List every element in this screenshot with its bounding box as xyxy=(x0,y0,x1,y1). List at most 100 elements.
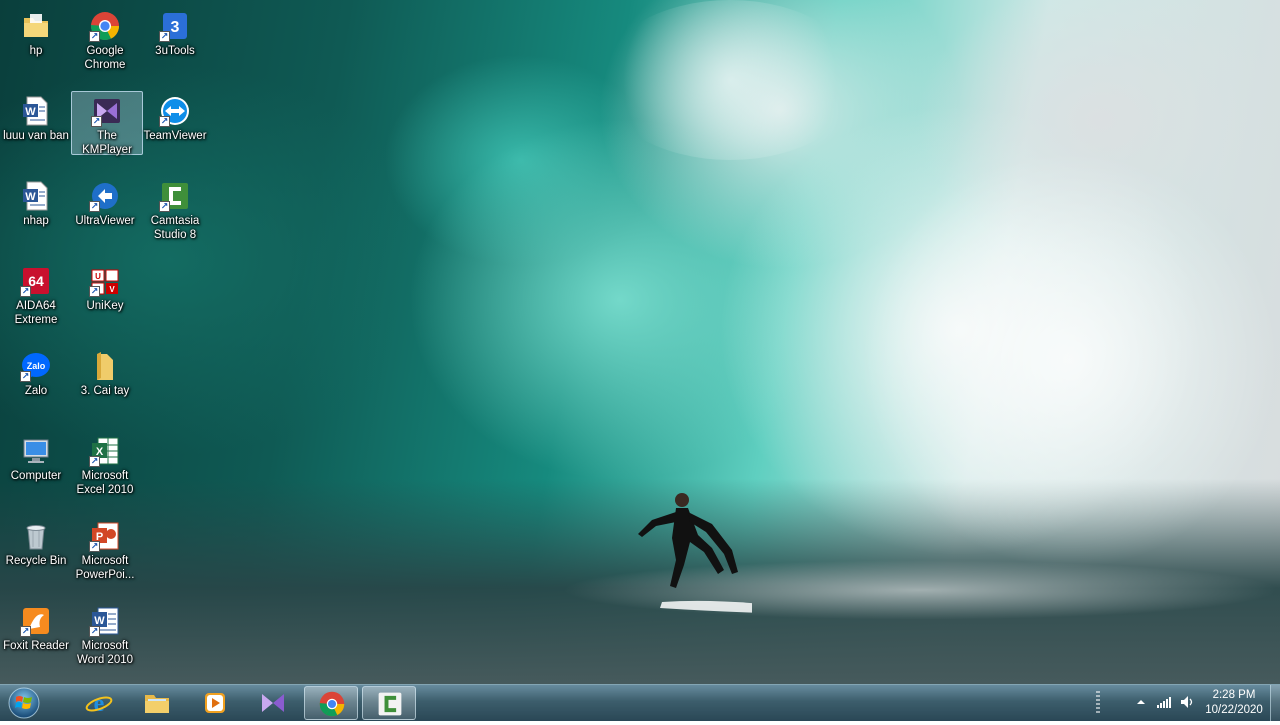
word-doc-icon: W xyxy=(20,180,52,212)
start-button[interactable] xyxy=(6,686,42,720)
taskbar-media-player[interactable] xyxy=(188,686,242,720)
computer-icon xyxy=(20,435,52,467)
volume-tray-button[interactable] xyxy=(1180,693,1196,716)
show-desktop-button[interactable] xyxy=(1270,685,1280,721)
shortcut-arrow-icon: ↗ xyxy=(89,456,100,467)
taskbar-kmplayer[interactable] xyxy=(246,686,300,720)
desktop-icon-label: 3uTools xyxy=(155,45,195,57)
volume-icon xyxy=(1181,696,1193,708)
network-signal-icon xyxy=(1157,697,1171,708)
shortcut-arrow-icon: ↗ xyxy=(91,116,102,127)
taskbar-chrome[interactable] xyxy=(304,686,358,720)
desktop-icon-recycle-bin[interactable]: Recycle Bin xyxy=(0,514,72,594)
desktop-icon-label: Recycle Bin xyxy=(5,555,67,567)
desktop-icon-nhap[interactable]: W nhap xyxy=(0,174,72,254)
svg-text:V: V xyxy=(109,285,115,294)
taskbar-clock[interactable]: 2:28 PM 10/22/2020 xyxy=(1200,688,1268,718)
desktop-icon-label: UniKey xyxy=(86,300,124,312)
aida64-icon: 64 ↗ xyxy=(20,265,52,297)
desktop-icon-aida64[interactable]: 64 ↗ AIDA64 Extreme xyxy=(0,259,72,339)
kmplayer-icon xyxy=(262,694,284,712)
desktop-icon-google-chrome[interactable]: ↗ Google Chrome xyxy=(69,4,141,84)
taskbar-file-explorer[interactable] xyxy=(130,686,184,720)
word-doc-icon: W xyxy=(20,95,52,127)
excel-icon: X ↗ xyxy=(89,435,121,467)
clock-time: 2:28 PM xyxy=(1212,689,1256,701)
desktop-icon-label: Camtasia Studio 8 xyxy=(150,215,200,241)
desktop-wallpaper: hp W luuu van ban W nhap 64 ↗ AIDA64 Ext… xyxy=(0,0,1280,684)
desktop-icon-powerpoint[interactable]: P ↗ Microsoft PowerPoi... xyxy=(69,514,141,594)
foxit-icon: ↗ xyxy=(20,605,52,637)
shortcut-arrow-icon: ↗ xyxy=(89,626,100,637)
shortcut-arrow-icon: ↗ xyxy=(20,286,31,297)
desktop-icon-label: The KMPlayer xyxy=(82,130,132,156)
windows-start-icon xyxy=(8,687,40,719)
svg-text:U: U xyxy=(95,272,101,281)
shortcut-arrow-icon: ↗ xyxy=(159,116,170,127)
svg-text:W: W xyxy=(25,106,36,118)
desktop-icon-label: Microsoft PowerPoi... xyxy=(75,555,135,581)
unikey-icon: UV ↗ xyxy=(89,265,121,297)
taskbar-grip xyxy=(1096,691,1100,715)
clock-date: 10/22/2020 xyxy=(1205,704,1263,716)
desktop-icon-label: AIDA64 Extreme xyxy=(14,300,58,326)
wallpaper-surfer xyxy=(638,493,752,613)
desktop-icon-computer[interactable]: Computer xyxy=(0,429,72,509)
chrome-icon xyxy=(319,691,345,717)
desktop-icon-kmplayer[interactable]: ↗ The KMPlayer xyxy=(71,91,143,156)
taskbar: e 2:28 PM 10/22/2020 xyxy=(0,684,1280,721)
file-explorer-icon xyxy=(145,695,169,713)
desktop-icon-label: UltraViewer xyxy=(75,215,135,227)
desktop-icon-foxit-reader[interactable]: ↗ Foxit Reader xyxy=(0,599,72,679)
desktop-icon-3utools[interactable]: 3 ↗ 3uTools xyxy=(139,4,211,84)
desktop-icon-unikey[interactable]: UV ↗ UniKey xyxy=(69,259,141,339)
taskbar-camtasia[interactable] xyxy=(362,686,416,720)
user-folder-icon xyxy=(20,10,52,42)
svg-text:3: 3 xyxy=(171,19,180,36)
desktop-icon-camtasia[interactable]: ↗ Camtasia Studio 8 xyxy=(139,174,211,254)
shortcut-arrow-icon: ↗ xyxy=(20,371,31,382)
desktop-icon-word-2010[interactable]: W ↗ Microsoft Word 2010 xyxy=(69,599,141,679)
desktop-icon-label: luuu van ban xyxy=(3,130,69,142)
ultraviewer-icon: ↗ xyxy=(89,180,121,212)
shortcut-arrow-icon: ↗ xyxy=(89,286,100,297)
desktop-icon-label: Microsoft Excel 2010 xyxy=(76,470,134,496)
teamviewer-icon: ↗ xyxy=(159,95,191,127)
desktop-icon-ultraviewer[interactable]: ↗ UltraViewer xyxy=(69,174,141,254)
word-icon: W ↗ xyxy=(89,605,121,637)
media-player-icon xyxy=(205,693,225,713)
shortcut-arrow-icon: ↗ xyxy=(89,31,100,42)
wallpaper-spray xyxy=(860,150,1280,570)
shortcut-arrow-icon: ↗ xyxy=(20,626,31,637)
powerpoint-icon: P ↗ xyxy=(89,520,121,552)
shortcut-arrow-icon: ↗ xyxy=(159,31,170,42)
desktop-icon-label: Google Chrome xyxy=(84,45,126,71)
desktop-icon-zalo[interactable]: Zalo ↗ Zalo xyxy=(0,344,72,424)
desktop-icon-cai-tay[interactable]: 3. Cai tay xyxy=(69,344,141,424)
desktop-icon-excel-2010[interactable]: X ↗ Microsoft Excel 2010 xyxy=(69,429,141,509)
desktop-icon-label: Foxit Reader xyxy=(3,640,69,652)
svg-text:e: e xyxy=(94,691,105,717)
taskbar-internet-explorer[interactable]: e xyxy=(72,686,126,720)
folder-icon xyxy=(89,350,121,382)
network-tray-button[interactable] xyxy=(1156,693,1172,716)
recycle-bin-icon xyxy=(20,520,52,552)
camtasia-icon xyxy=(378,692,402,716)
desktop-icon-label: Computer xyxy=(10,470,62,482)
zalo-icon: Zalo ↗ xyxy=(20,350,52,382)
chrome-icon: ↗ xyxy=(89,10,121,42)
3utools-icon: 3 ↗ xyxy=(159,10,191,42)
desktop-icon-luuu-van-ban[interactable]: W luuu van ban xyxy=(0,89,72,169)
shortcut-arrow-icon: ↗ xyxy=(89,201,100,212)
shortcut-arrow-icon: ↗ xyxy=(159,201,170,212)
shortcut-arrow-icon: ↗ xyxy=(89,541,100,552)
show-hidden-icons-button[interactable] xyxy=(1136,693,1146,716)
desktop-icon-label: Microsoft Word 2010 xyxy=(76,640,134,666)
wallpaper-spray xyxy=(600,0,860,160)
desktop-icon-label: Zalo xyxy=(24,385,48,397)
kmplayer-icon: ↗ xyxy=(91,95,123,127)
desktop-icon-hp[interactable]: hp xyxy=(0,4,72,84)
desktop-icon-teamviewer[interactable]: ↗ TeamViewer xyxy=(139,89,211,169)
desktop-icon-label: hp xyxy=(29,45,43,57)
svg-text:Zalo: Zalo xyxy=(27,361,46,371)
